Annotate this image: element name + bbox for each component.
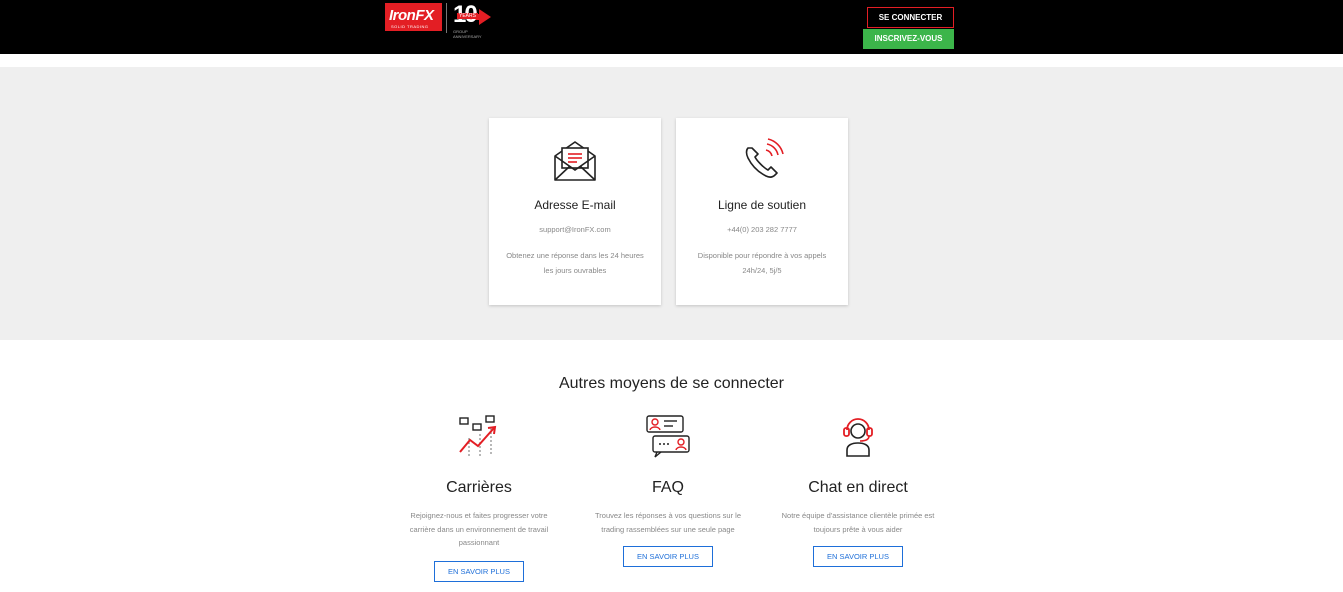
other-ways-heading: Autres moyens de se connecter xyxy=(558,375,784,392)
headset-agent-icon xyxy=(843,418,873,457)
phone-number-link[interactable]: +44(0) 203 282 7777 xyxy=(676,225,848,234)
ironfx-logo[interactable]: IronFX SOLID TRADING 10 YEARS GROUP ANNI… xyxy=(385,1,495,39)
anniversary-subtitle: GROUP ANNIVERSARY xyxy=(453,29,482,39)
live-chat-title: Chat en direct xyxy=(808,479,908,496)
faq-item: FAQ Trouvez les réponses à vos questions… xyxy=(578,412,758,567)
live-chat-learn-more-button[interactable]: EN SAVOIR PLUS xyxy=(813,546,903,567)
email-card-description: Obtenez une réponse dans les 24 heures l… xyxy=(506,251,644,275)
logo-text: IronFX xyxy=(389,7,434,24)
logo-divider xyxy=(446,3,447,33)
envelope-icon xyxy=(554,141,596,181)
phone-card: Ligne de soutien +44(0) 203 282 7777 Dis… xyxy=(676,118,848,305)
anniversary-arrow-icon xyxy=(479,9,491,25)
careers-title: Carrières xyxy=(446,479,512,496)
email-card: Adresse E-mail support@IronFX.com Obtene… xyxy=(489,118,661,305)
signup-button[interactable]: INSCRIVEZ-VOUS xyxy=(863,29,954,49)
email-card-title: Adresse E-mail xyxy=(534,198,616,212)
email-address-link[interactable]: support@IronFX.com xyxy=(489,225,661,234)
career-growth-icon xyxy=(459,415,497,456)
faq-learn-more-button[interactable]: EN SAVOIR PLUS xyxy=(623,546,713,567)
phone-card-description: Disponible pour répondre à vos appels 24… xyxy=(697,251,827,275)
faq-chat-icon xyxy=(646,415,690,458)
logo-badge: IronFX SOLID TRADING xyxy=(385,3,442,31)
top-navigation-bar: IronFX SOLID TRADING 10 YEARS GROUP ANNI… xyxy=(0,0,1343,54)
careers-item: Carrières Rejoignez-nous et faites progr… xyxy=(389,412,569,582)
phone-card-title: Ligne de soutien xyxy=(717,198,807,212)
anniversary-tag: YEARS xyxy=(457,13,478,19)
faq-description: Trouvez les réponses à vos questions sur… xyxy=(594,511,742,534)
contact-section: Adresse E-mail support@IronFX.com Obtene… xyxy=(0,67,1343,340)
anniversary-badge: 10 YEARS GROUP ANNIVERSARY xyxy=(451,1,495,39)
logo-tagline: SOLID TRADING xyxy=(391,24,429,29)
live-chat-item: Chat en direct Notre équipe d'assistance… xyxy=(768,412,948,567)
phone-icon xyxy=(745,138,784,178)
faq-title: FAQ xyxy=(651,479,684,496)
careers-learn-more-button[interactable]: EN SAVOIR PLUS xyxy=(434,561,524,582)
login-button[interactable]: SE CONNECTER xyxy=(867,7,954,28)
careers-description: Rejoignez-nous et faites progresser votr… xyxy=(409,511,549,547)
live-chat-description: Notre équipe d'assistance clientèle prim… xyxy=(781,511,935,534)
